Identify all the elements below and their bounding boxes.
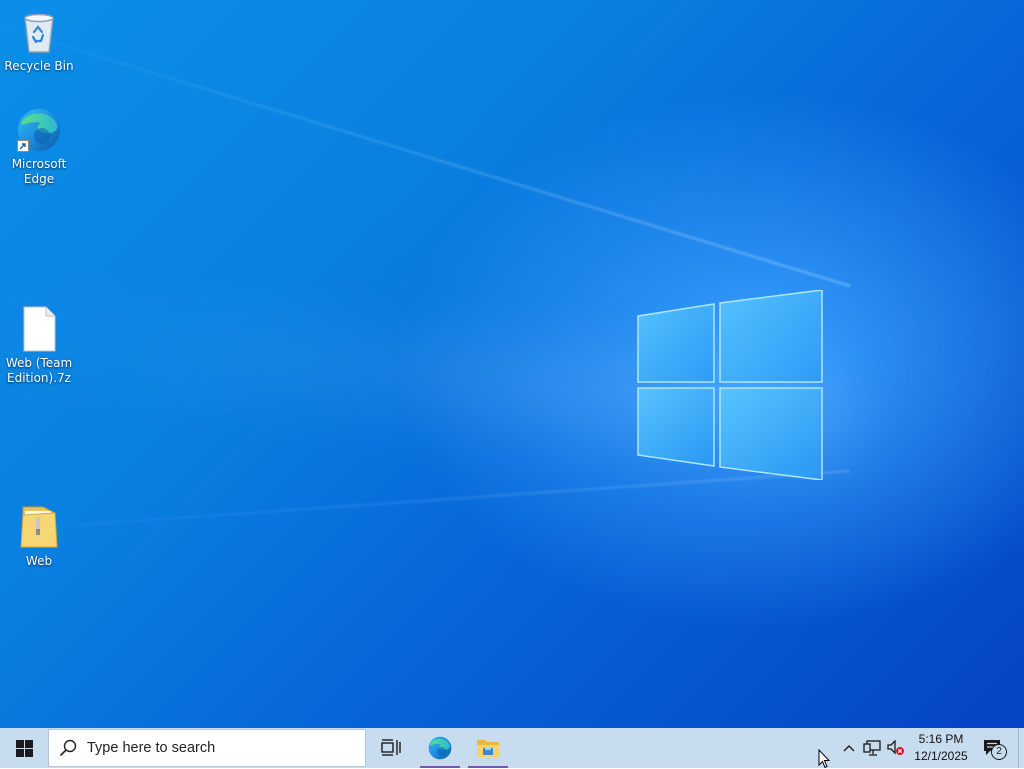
file-icon: [15, 305, 63, 353]
task-view-button[interactable]: [366, 728, 416, 768]
desktop-icon-label: Microsoft Edge: [11, 157, 67, 186]
desktop-icon-label: Recycle Bin: [4, 59, 74, 73]
desktop-icon-web-folder[interactable]: Web: [1, 503, 77, 569]
desktop-icon-label: Web (Team Edition).7z: [5, 356, 73, 385]
light-beam: [0, 470, 851, 539]
shortcut-arrow-icon: [17, 140, 29, 152]
tray-network-button[interactable]: [860, 728, 884, 768]
search-icon: [59, 739, 77, 757]
tray-clock[interactable]: 5:16 PM 12/1/2025: [908, 728, 974, 768]
windows-wallpaper-logo: [637, 290, 823, 480]
desktop[interactable]: Recycle Bin Microsoft Edge Web (Team Edi…: [0, 0, 1024, 728]
network-icon: [863, 740, 881, 756]
recycle-bin-icon: [15, 8, 63, 56]
tray-volume-button[interactable]: [884, 728, 908, 768]
task-view-icon: [381, 739, 401, 756]
desktop-icon-recycle-bin[interactable]: Recycle Bin: [1, 8, 77, 74]
action-center-button[interactable]: 2: [974, 728, 1012, 768]
edge-icon: [15, 106, 63, 154]
taskbar-app-edge[interactable]: [416, 728, 464, 768]
system-tray: 5:16 PM 12/1/2025 2: [838, 728, 1024, 768]
tray-overflow-button[interactable]: [838, 728, 860, 768]
desktop-icon-microsoft-edge[interactable]: Microsoft Edge: [1, 106, 77, 187]
windows-logo-icon: [15, 739, 33, 757]
folder-icon: [15, 503, 63, 551]
search-placeholder: Type here to search: [87, 740, 216, 756]
clock-time: 5:16 PM: [918, 732, 964, 746]
start-button[interactable]: [0, 728, 48, 768]
chevron-up-icon: [843, 745, 855, 752]
clock-date: 12/1/2025: [914, 749, 968, 763]
volume-muted-icon: [887, 740, 904, 755]
desktop-icon-7z-archive[interactable]: Web (Team Edition).7z: [1, 305, 77, 386]
taskbar-app-file-explorer[interactable]: [464, 728, 512, 768]
light-beam: [0, 7, 851, 287]
desktop-icon-label: Web: [25, 554, 53, 568]
search-box[interactable]: Type here to search: [48, 729, 366, 767]
show-desktop-button[interactable]: [1018, 728, 1024, 768]
taskbar: Type here to search 5:16 PM 12/1/2025 2: [0, 728, 1024, 768]
edge-icon: [428, 736, 452, 760]
notification-count-badge: 2: [991, 744, 1007, 760]
folder-icon: [477, 740, 499, 757]
